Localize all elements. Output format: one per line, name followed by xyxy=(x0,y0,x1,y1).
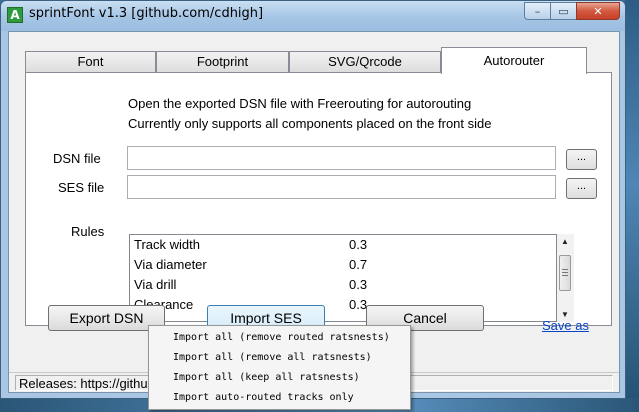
ses-browse-button[interactable]: ... xyxy=(566,178,597,199)
caption-buttons: – ▭ ✕ xyxy=(524,2,620,20)
rule-value: 0.3 xyxy=(349,297,368,312)
minimize-button[interactable]: – xyxy=(524,2,550,20)
scroll-up-arrow-icon[interactable]: ▲ xyxy=(561,237,569,246)
dsn-file-input[interactable] xyxy=(127,146,556,170)
title-bar[interactable]: A sprintFont v1.3 [github.com/cdhigh] – … xyxy=(1,1,625,31)
app-logo-icon: A xyxy=(7,7,23,23)
dsn-browse-button[interactable]: ... xyxy=(566,149,597,170)
scroll-thumb[interactable] xyxy=(559,255,571,291)
rule-value: 0.3 xyxy=(349,237,368,252)
rules-list[interactable]: Track width 0.3 Via diameter 0.7 Via dri… xyxy=(129,234,557,322)
grip-line xyxy=(562,269,568,270)
menu-item-import-remove-routed[interactable]: Import all (remove routed ratsnests) xyxy=(149,328,410,348)
ses-file-input[interactable] xyxy=(127,175,556,199)
rule-value: 0.3 xyxy=(349,277,368,292)
desktop-background xyxy=(625,0,639,412)
dsn-file-label: DSN file xyxy=(53,151,101,166)
window-title: sprintFont v1.3 [github.com/cdhigh] xyxy=(29,6,264,21)
menu-item-import-tracks-only[interactable]: Import auto-routed tracks only xyxy=(149,388,410,408)
menu-item-import-keep-all[interactable]: Import all (keep all ratsnests) xyxy=(149,368,410,388)
grip-line xyxy=(562,272,568,273)
rule-value: 0.7 xyxy=(349,257,368,272)
rules-scrollbar[interactable]: ▲ ▼ xyxy=(557,234,574,322)
grip-line xyxy=(562,275,568,276)
rules-label: Rules xyxy=(71,224,105,239)
ses-file-label: SES file xyxy=(58,180,105,195)
rule-name: Via drill xyxy=(134,277,177,292)
maximize-button[interactable]: ▭ xyxy=(550,2,576,20)
save-as-link[interactable]: Save as xyxy=(542,318,589,333)
tab-autorouter[interactable]: Autorouter xyxy=(441,47,587,74)
info-text-line2: Currently only supports all components p… xyxy=(128,116,492,131)
close-button[interactable]: ✕ xyxy=(576,2,620,20)
tab-svg-qrcode[interactable]: SVG/Qrcode xyxy=(289,51,441,73)
import-dropdown-menu: Import all (remove routed ratsnests) Imp… xyxy=(148,325,411,410)
tab-font[interactable]: Font xyxy=(25,51,156,73)
menu-item-import-remove-all[interactable]: Import all (remove all ratsnests) xyxy=(149,348,410,368)
tab-footprint[interactable]: Footprint xyxy=(156,51,289,73)
autorouter-panel: Open the exported DSN file with Freerout… xyxy=(25,72,612,326)
info-text-line1: Open the exported DSN file with Freerout… xyxy=(128,96,472,111)
rule-name: Via diameter xyxy=(134,257,207,272)
rule-name: Track width xyxy=(134,237,200,252)
